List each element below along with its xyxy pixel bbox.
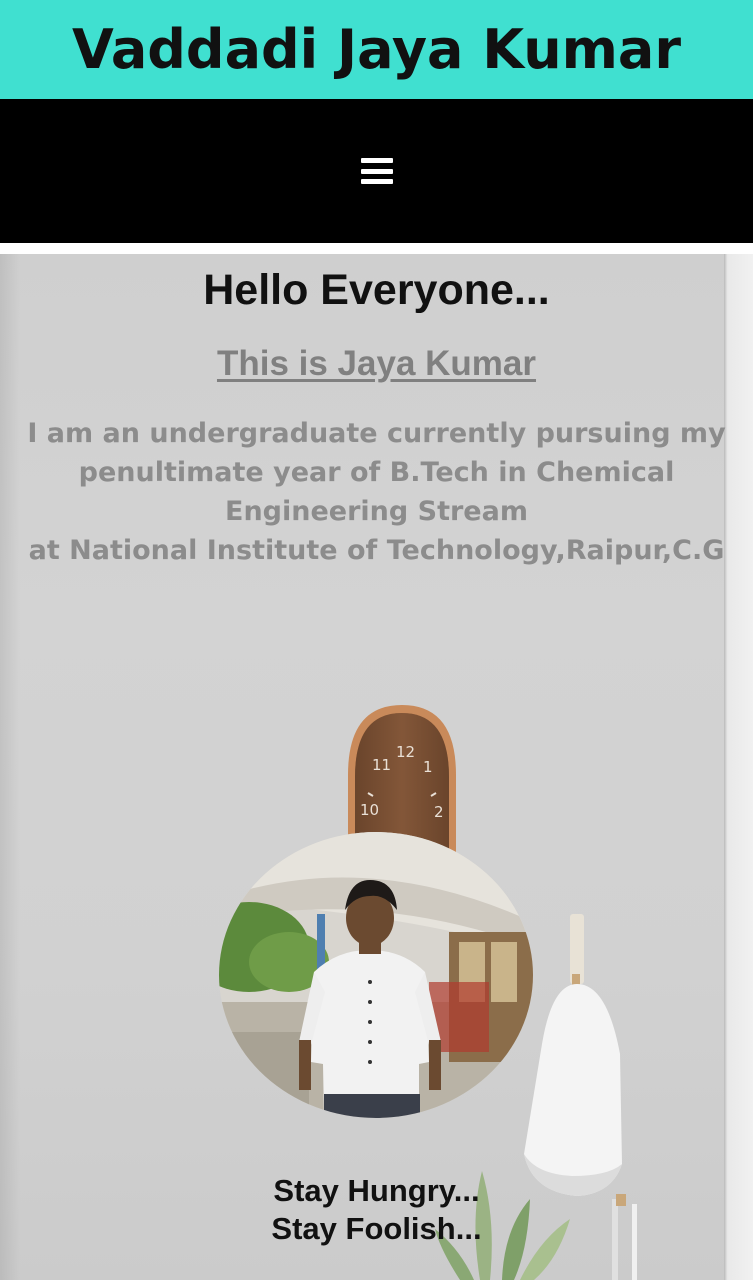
greeting-heading: Hello Everyone... xyxy=(203,266,550,314)
navigation-bar xyxy=(0,99,753,243)
clock-numeral: 11 xyxy=(372,756,391,774)
clock-numeral: 1 xyxy=(423,758,433,776)
menu-icon-bar xyxy=(360,168,393,174)
bio-line: I am an undergraduate currently pursuing… xyxy=(27,418,726,449)
wall-edge xyxy=(724,254,753,1280)
motto: Stay Hungry... Stay Foolish... xyxy=(0,1172,753,1248)
profile-photo xyxy=(219,832,533,1118)
menu-icon-bar xyxy=(360,158,393,163)
hero-section: 12 11 10 1 2 Hello Everyone... This is J… xyxy=(0,254,753,1280)
intro-heading: This is Jaya Kumar xyxy=(216,344,537,383)
bio-paragraph: I am an undergraduate currently pursuing… xyxy=(0,414,753,570)
clock-numeral: 2 xyxy=(434,803,444,821)
bio-line: penultimate year of B.Tech in Chemical xyxy=(78,457,675,488)
motto-line: Stay Hungry... xyxy=(273,1173,480,1208)
site-header: Vaddadi Jaya Kumar xyxy=(0,0,753,99)
motto-line: Stay Foolish... xyxy=(271,1211,482,1246)
wall-shadow xyxy=(0,254,20,1280)
site-title: Vaddadi Jaya Kumar xyxy=(72,18,681,81)
clock-numeral: 12 xyxy=(396,743,415,761)
page: Vaddadi Jaya Kumar 12 11 10 1 2 Hello Ev… xyxy=(0,0,753,1280)
clock-numeral: 10 xyxy=(360,801,379,819)
menu-icon-bar xyxy=(360,179,393,184)
bio-line: at National Institute of Technology,Raip… xyxy=(28,535,725,566)
hamburger-menu-icon[interactable] xyxy=(360,158,393,184)
bio-line: Engineering Stream xyxy=(225,496,528,527)
